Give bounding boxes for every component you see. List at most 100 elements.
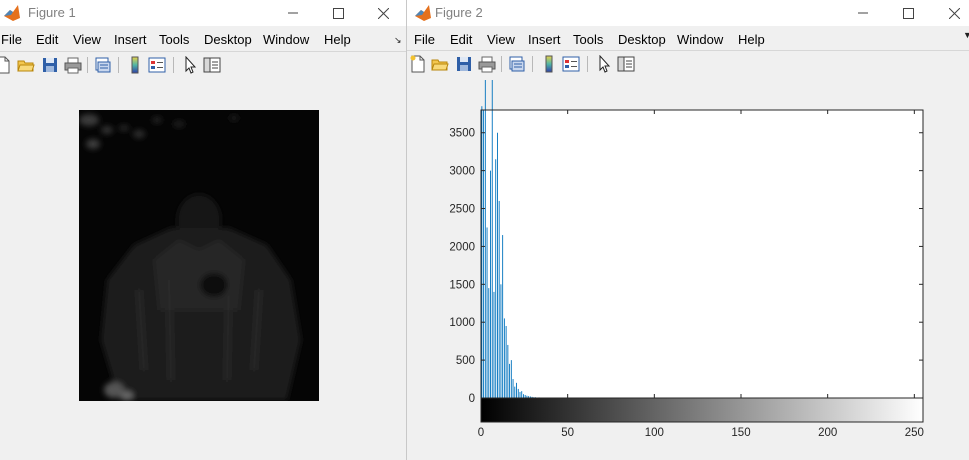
x-tick-label: 50: [561, 427, 574, 439]
menu-overflow-icon[interactable]: ▼: [963, 30, 969, 40]
histogram-bar: [481, 106, 483, 398]
close-icon: [377, 7, 389, 19]
menu-divider: [0, 51, 406, 52]
histogram-bar: [514, 386, 516, 398]
image-figure: [79, 110, 319, 401]
histogram-bar: [488, 288, 490, 398]
insert-colorbar-icon[interactable]: [540, 55, 558, 73]
print-preview-icon[interactable]: [508, 55, 526, 73]
menu-edit[interactable]: Edit: [36, 32, 58, 47]
minimize-icon: [288, 12, 298, 14]
menu-insert[interactable]: Insert: [114, 32, 147, 47]
save-icon[interactable]: [455, 55, 473, 73]
histogram-bar: [500, 284, 502, 398]
menu-desktop[interactable]: Desktop: [204, 32, 252, 47]
new-figure-icon[interactable]: [0, 56, 12, 74]
insert-legend-icon[interactable]: [562, 55, 580, 73]
window-title: Figure 2: [435, 5, 483, 20]
menu-help[interactable]: Help: [324, 32, 351, 47]
maximize-button[interactable]: [315, 0, 361, 26]
toolbar-separator: [118, 57, 119, 73]
histogram-bar: [516, 382, 517, 398]
menu-insert[interactable]: Insert: [528, 32, 561, 47]
y-tick-label: 3500: [449, 128, 475, 140]
toolbar-separator: [87, 57, 88, 73]
figure2-toolbar: [407, 52, 969, 76]
menu-divider: [407, 50, 969, 51]
histogram-bar: [498, 200, 500, 398]
x-tick-label: 0: [478, 427, 484, 439]
histogram-bar: [517, 388, 519, 398]
select-arrow-icon[interactable]: [181, 56, 199, 74]
matlab-icon: [4, 5, 20, 21]
menu-window[interactable]: Window: [677, 32, 723, 47]
figure1-titlebar[interactable]: Figure 1: [0, 0, 406, 26]
save-icon[interactable]: [41, 56, 59, 74]
menu-file[interactable]: File: [1, 32, 22, 47]
menu-window[interactable]: Window: [263, 32, 309, 47]
histogram-bar: [497, 132, 498, 398]
menu-edit[interactable]: Edit: [450, 32, 472, 47]
figure1-toolbar: [0, 53, 406, 77]
histogram-bar: [490, 170, 491, 398]
menu-view[interactable]: View: [73, 32, 101, 47]
figure2-titlebar[interactable]: Figure 2: [407, 0, 969, 26]
close-button[interactable]: [931, 0, 969, 26]
histogram-bar: [491, 80, 493, 398]
maximize-button[interactable]: [885, 0, 931, 26]
menu-view[interactable]: View: [487, 32, 515, 47]
new-figure-icon[interactable]: [409, 55, 427, 73]
close-button[interactable]: [360, 0, 406, 26]
histogram-bar: [503, 318, 505, 398]
maximize-icon: [332, 7, 344, 19]
property-inspector-icon[interactable]: [617, 55, 635, 73]
histogram-bar: [493, 291, 495, 398]
menu-file[interactable]: File: [414, 32, 435, 47]
y-tick-label: 1500: [449, 279, 475, 291]
histogram-bar: [502, 235, 504, 398]
menu-desktop[interactable]: Desktop: [618, 32, 666, 47]
insert-colorbar-icon[interactable]: [126, 56, 144, 74]
grayscale-image: [79, 110, 319, 401]
property-inspector-icon[interactable]: [203, 56, 221, 74]
y-tick-label: 2500: [449, 204, 475, 216]
window-title: Figure 1: [28, 5, 76, 20]
histogram-bar: [483, 110, 485, 398]
minimize-button[interactable]: [270, 0, 316, 26]
open-file-icon[interactable]: [431, 55, 449, 73]
histogram-bar: [507, 344, 509, 398]
histogram-bar: [484, 80, 486, 398]
toolbar-separator: [173, 57, 174, 73]
toolbar-separator: [587, 56, 588, 72]
toolbar-separator: [532, 56, 533, 72]
figure2-menubar: File Edit View Insert Tools Desktop Wind…: [407, 28, 969, 50]
menu-tools[interactable]: Tools: [159, 32, 189, 47]
close-icon: [948, 7, 960, 19]
grayscale-colorbar: [480, 397, 924, 423]
histogram-bar: [505, 326, 507, 398]
x-tick-label: 150: [731, 427, 750, 439]
insert-legend-icon[interactable]: [148, 56, 166, 74]
menu-tools[interactable]: Tools: [573, 32, 603, 47]
print-icon[interactable]: [64, 56, 82, 74]
open-file-icon[interactable]: [17, 56, 35, 74]
histogram-bar: [510, 360, 512, 398]
print-preview-icon[interactable]: [94, 56, 112, 74]
y-tick-label: 0: [469, 393, 475, 405]
select-arrow-icon[interactable]: [595, 55, 613, 73]
x-tick-label: 100: [645, 427, 664, 439]
histogram-bar: [521, 391, 523, 398]
matlab-icon: [415, 5, 431, 21]
toolbar-separator: [501, 56, 502, 72]
print-icon[interactable]: [478, 55, 496, 73]
histogram-bar: [495, 159, 497, 398]
minimize-button[interactable]: [840, 0, 886, 26]
histogram-bar: [519, 391, 521, 398]
y-tick-label: 3000: [449, 166, 475, 178]
x-tick-label: 250: [905, 427, 924, 439]
menu-overflow-icon[interactable]: ↘: [394, 35, 402, 46]
y-tick-label: 500: [456, 355, 475, 367]
y-tick-label: 1000: [449, 317, 475, 329]
menu-help[interactable]: Help: [738, 32, 765, 47]
x-tick-label: 200: [818, 427, 837, 439]
